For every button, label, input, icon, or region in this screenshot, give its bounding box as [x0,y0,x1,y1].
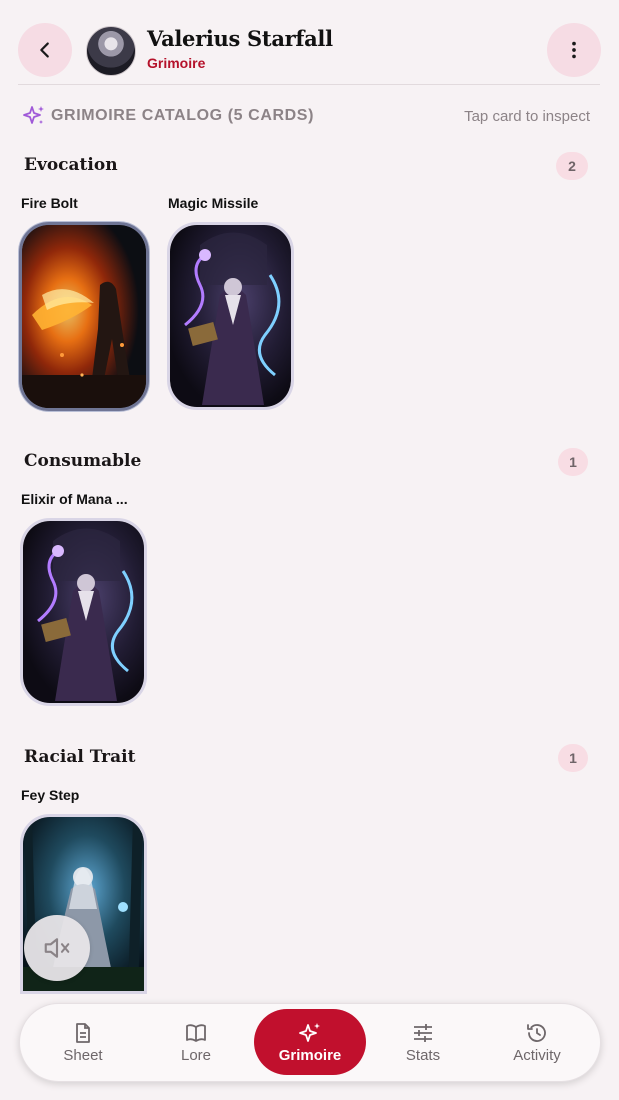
more-vertical-icon [572,41,576,59]
chevron-left-icon [40,42,49,58]
nav-item-sheet[interactable]: Sheet [27,1009,139,1075]
sparkles-icon [23,106,44,124]
card-elixir-of-mana[interactable] [20,518,147,706]
nav-item-activity[interactable]: Activity [481,1009,593,1075]
section-title-evocation: Evocation [24,155,118,175]
fire-caster-art [22,225,146,408]
book-icon [186,1023,206,1042]
card-label: Fire Bolt [21,195,78,211]
card-label: Fey Step [21,787,80,803]
nav-label: Activity [513,1046,561,1064]
volume-mute-icon [44,938,70,958]
nav-label: Lore [180,1046,212,1064]
catalog-header: GRIMOIRE CATALOG (5 CARDS) Tap card to i… [22,104,590,128]
header: Valerius Starfall Grimoire [0,0,619,84]
arcane-wizard-art [170,225,291,407]
character-name: Valerius Starfall [147,26,333,51]
section-count-badge: 2 [556,152,588,180]
nav-item-grimoire[interactable]: Grimoire [254,1009,366,1075]
card-label: Magic Missile [168,195,259,211]
document-icon [76,1022,90,1043]
catalog-title: GRIMOIRE CATALOG (5 CARDS) [51,107,314,124]
card-fire-bolt[interactable] [19,222,149,411]
nav-label: Grimoire [278,1046,342,1064]
catalog-hint: Tap card to inspect [464,108,590,125]
bottom-nav: Sheet Lore Grimoire Stats Activity [19,1003,601,1082]
header-divider [18,84,600,85]
more-options-button[interactable] [547,23,601,77]
history-icon [527,1023,546,1042]
back-button[interactable] [18,23,72,77]
arcane-wizard-art [23,521,144,703]
section-count-badge: 1 [558,448,588,476]
nav-item-lore[interactable]: Lore [140,1009,252,1075]
page-subtitle: Grimoire [147,55,206,71]
section-title-racial-trait: Racial Trait [24,747,136,767]
nav-label: Sheet [63,1046,103,1064]
nav-label: Stats [405,1046,441,1064]
sparkles-icon [299,1022,320,1042]
sliders-icon [414,1023,432,1042]
avatar [86,26,136,76]
mute-button[interactable] [24,915,90,981]
section-title-consumable: Consumable [24,451,142,471]
section-count-badge: 1 [558,744,588,772]
card-label: Elixir of Mana ... [21,491,128,507]
nav-item-stats[interactable]: Stats [367,1009,479,1075]
card-magic-missile[interactable] [167,222,294,410]
